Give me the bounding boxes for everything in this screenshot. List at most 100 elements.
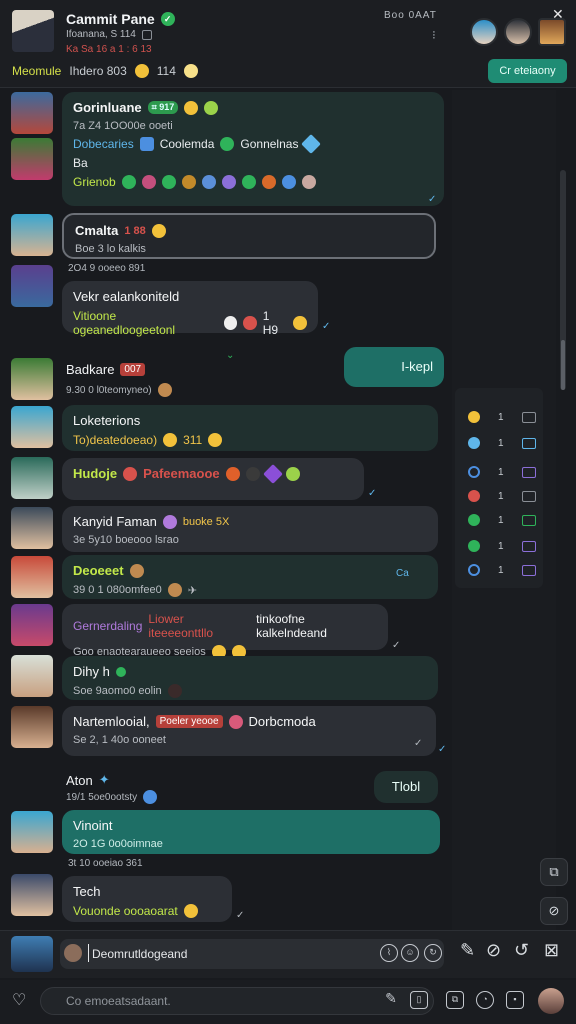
- bell-icon: [157, 383, 172, 397]
- emoji-icon: [293, 316, 307, 330]
- avatar[interactable]: [11, 655, 53, 697]
- message-time: 39 0 1 080omfee0 ✈: [73, 583, 197, 597]
- rail-item[interactable]: 1: [468, 540, 536, 552]
- copy-icon[interactable]: ⧉: [446, 991, 464, 1009]
- square-icon[interactable]: ▪: [506, 991, 524, 1009]
- avatar[interactable]: [11, 604, 53, 646]
- check-icon: [468, 514, 480, 526]
- pen-icon[interactable]: ✎: [382, 991, 400, 1009]
- message-bubble[interactable]: Gorinluane ⌗ 917 7a Z4 1OO00e ooeti Dobec…: [62, 92, 444, 206]
- message-sub: 2O 1G 0o0oimnae: [73, 838, 163, 850]
- header-action-button[interactable]: Cr eteiaony: [488, 59, 567, 83]
- copy-icon[interactable]: ⧉: [540, 858, 568, 886]
- diamond-icon: [262, 463, 283, 484]
- sparkle-icon: ✦: [98, 772, 110, 787]
- reply-avatar: [64, 944, 82, 962]
- bottom-input-placeholder: Co emoeatsadaant.: [66, 994, 171, 1008]
- leaf-icon[interactable]: ⊘: [540, 897, 568, 925]
- avatar[interactable]: [11, 457, 53, 499]
- box-icon: [521, 514, 536, 526]
- message-line: Dobecaries Coolemda Gonnelnas: [73, 134, 433, 154]
- close-icon[interactable]: ✕: [552, 6, 564, 23]
- message-bubble[interactable]: Kanyid Faman buoke 5X 3e 5y10 boeooo lsra…: [62, 506, 438, 552]
- message-bubble[interactable]: Gernerdaling Liower iteeeeonttllo tinkoofn…: [62, 604, 388, 659]
- emoji-icon: [204, 100, 219, 115]
- emoji-icon: [183, 904, 198, 918]
- leaf-icon: [115, 666, 126, 677]
- message-title: Tech: [73, 884, 101, 899]
- page-icon[interactable]: ▯: [410, 991, 428, 1009]
- v-icon: [123, 466, 138, 481]
- rail-item[interactable]: 1: [468, 437, 536, 449]
- avatar[interactable]: [11, 556, 53, 598]
- refresh-icon[interactable]: ↻: [424, 944, 442, 962]
- scrollbar-thumb[interactable]: [561, 340, 565, 390]
- rail-item[interactable]: 1: [468, 490, 536, 502]
- attach-icon[interactable]: ⌇: [380, 944, 398, 962]
- clock-icon[interactable]: ◔: [476, 991, 494, 1009]
- message-bubble[interactable]: Tech Vouonde oooaoarat: [62, 876, 232, 922]
- message-title: Nartemlooial, Poeler yeooe Dorbcmoda: [73, 714, 316, 729]
- read-receipt-icon: ✓: [414, 738, 423, 749]
- rail-item[interactable]: 1: [468, 514, 536, 526]
- message-bubble[interactable]: Hudoje Pafeemaooe: [62, 458, 364, 500]
- pin-icon[interactable]: ⊘: [486, 940, 501, 961]
- read-receipt-icon: ✓: [322, 321, 331, 332]
- avatar[interactable]: [11, 138, 53, 180]
- leaf-icon: [285, 466, 300, 481]
- header-status: Boo 0AAT: [384, 10, 437, 21]
- avatar[interactable]: [11, 265, 53, 307]
- face-icon: [141, 175, 156, 189]
- message-sub: 9.30 0 l0teomyneo): [66, 383, 172, 397]
- outgoing-bubble[interactable]: Tlobl: [374, 771, 438, 803]
- meta-name: Meomule: [12, 64, 62, 78]
- mic-icon[interactable]: ✎: [460, 940, 475, 961]
- leaf-icon: [468, 540, 480, 552]
- outgoing-bubble[interactable]: I-kepl: [344, 347, 444, 387]
- message-time: 7a Z4 1OO00e ooeti: [73, 120, 173, 132]
- message-bubble[interactable]: Dihy h Soe 9aomo0 eolin: [62, 656, 438, 700]
- channel-meta: Meomule Ihdero 803 114: [12, 64, 198, 78]
- message-bubble[interactable]: Nartemlooial, Poeler yeooe Dorbcmoda Se 2,…: [62, 706, 436, 756]
- bell-icon: [167, 583, 182, 597]
- my-avatar[interactable]: [11, 936, 53, 972]
- message-bubble[interactable]: Vekr ealankoniteld Vitioone ogeanedlooge…: [62, 281, 318, 337]
- participant-avatar[interactable]: [470, 18, 498, 46]
- send-icon[interactable]: ⊠: [544, 940, 559, 961]
- plane-icon: ✈: [187, 584, 197, 597]
- channel-avatar[interactable]: [12, 10, 54, 52]
- deer-icon: [181, 175, 196, 189]
- message-title: Cmalta 1 88: [75, 223, 423, 238]
- avatar[interactable]: [11, 358, 53, 400]
- rail-item[interactable]: 1: [468, 466, 536, 478]
- avatar[interactable]: [11, 874, 53, 916]
- avatar[interactable]: [11, 406, 53, 448]
- rail-item[interactable]: 1: [468, 411, 536, 423]
- profile-avatar[interactable]: [538, 988, 564, 1014]
- box-icon: [521, 490, 536, 502]
- emoji-icon[interactable]: ☺: [401, 944, 419, 962]
- message-input-text[interactable]: Deomrutldogeand: [92, 947, 187, 961]
- participant-avatar[interactable]: [504, 18, 532, 46]
- rail-item[interactable]: 1: [468, 564, 536, 576]
- avatar[interactable]: [11, 811, 53, 853]
- avatar[interactable]: [11, 214, 53, 256]
- more-options-icon[interactable]: ⁝: [432, 28, 436, 42]
- avatar[interactable]: [11, 706, 53, 748]
- message-bubble[interactable]: Cmalta 1 88 Boe 3 lo kalkis: [62, 213, 436, 259]
- smile-emoji-icon: [134, 64, 149, 78]
- gear-icon: [201, 175, 216, 189]
- message-bubble[interactable]: Vinoint 2O 1G 0o0oimnae: [62, 810, 440, 854]
- egg-icon: [223, 316, 238, 330]
- avatar[interactable]: [11, 92, 53, 134]
- avatar[interactable]: [11, 507, 53, 549]
- heart-icon[interactable]: ♡: [12, 990, 26, 1010]
- heart-icon: [162, 514, 177, 529]
- message-bubble[interactable]: Deoeeet 39 0 1 080omfee0 ✈: [62, 555, 438, 599]
- channel-title[interactable]: Cammit Pane ✓: [66, 11, 175, 27]
- chevron-down-icon[interactable]: ⌄: [226, 350, 234, 361]
- link-icon[interactable]: ↺: [514, 940, 529, 961]
- chat-app: Cammit Pane ✓ Ifoanana, S 114 Ka Sa 16 a…: [0, 0, 576, 1024]
- message-bubble[interactable]: Loketerions To)deatedoeao) 311: [62, 405, 438, 451]
- meta-num: 114: [156, 64, 176, 78]
